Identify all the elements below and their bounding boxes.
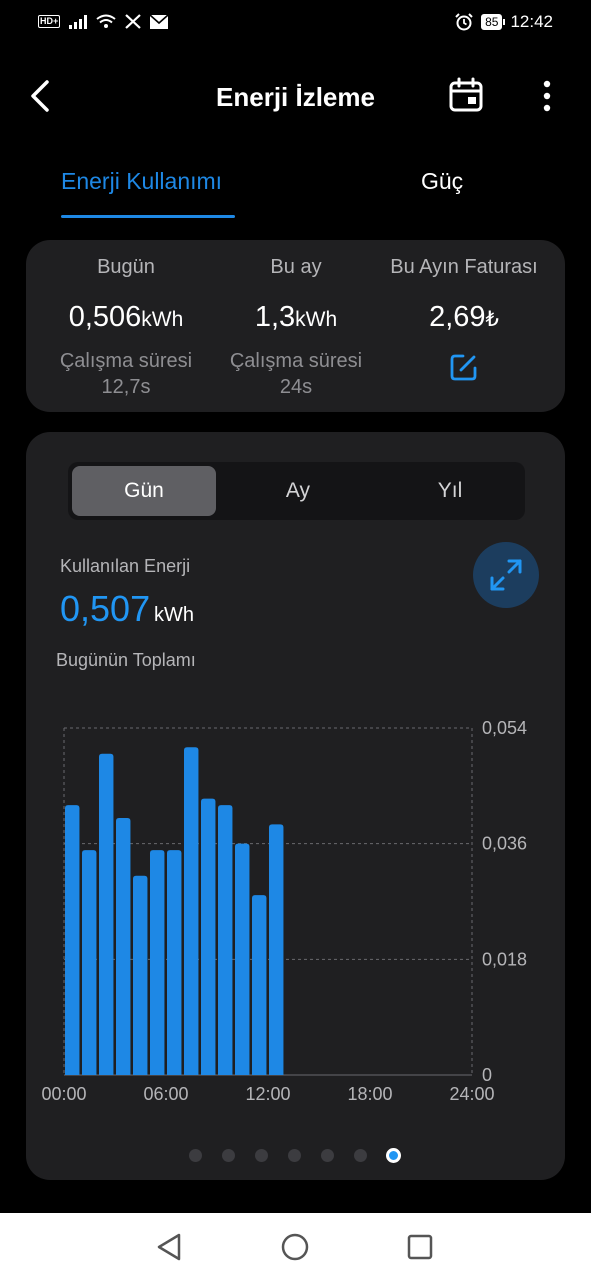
y-tick-label: 0 [482,1065,492,1085]
energy-bar[interactable] [218,805,233,1075]
energy-bar[interactable] [82,850,97,1075]
wifi-icon [96,14,116,28]
energy-chart-card: Gün Ay Yıl Kullanılan Enerji 0,507 kWh B… [26,432,565,1180]
month-runtime-label: Çalışma süresi [229,350,363,372]
tab-energy-usage[interactable]: Enerji Kullanımı [61,168,222,195]
bill-label: Bu Ayın Faturası [390,256,538,278]
x-tick-label: 24:00 [449,1084,494,1104]
energy-bar[interactable] [150,850,165,1075]
hd-icon: HD+ [38,15,61,28]
clock: 12:42 [510,12,553,31]
today-label: Bugün [97,256,155,278]
x-tick-label: 00:00 [41,1084,86,1104]
status-icons-right: 85 12:42 [455,12,553,32]
y-tick-label: 0,036 [482,834,527,854]
page-dot[interactable] [321,1149,334,1162]
month-value: 1,3kWh [254,301,338,333]
calendar-icon[interactable] [446,76,486,116]
page-dot[interactable] [354,1149,367,1162]
month-runtime: Çalışma süresi 24s [206,348,386,400]
energy-bar[interactable] [99,753,114,1075]
y-tick-label: 0,018 [482,949,527,969]
today-value: 0,506kWh [68,301,184,333]
page-dot[interactable] [288,1149,301,1162]
page-title: Enerji İzleme [216,82,375,112]
energy-bar[interactable] [269,824,284,1075]
today-runtime: Çalışma süresi 12,7s [36,348,216,400]
energy-bar[interactable] [167,850,182,1075]
x-tick-label: 18:00 [347,1084,392,1104]
energy-bar[interactable] [65,805,80,1075]
bill-summary: Bu Ayın Faturası 2,69₺ [374,240,554,387]
status-bar: HD+ 85 12:42 [0,0,591,50]
status-icons-left: HD+ [38,14,169,29]
tab-power[interactable]: Güç [421,168,463,195]
x-tick-label: 06:00 [143,1084,188,1104]
today-runtime-value: 12,7s [101,376,151,398]
month-summary: Bu ay 1,3kWh Çalışma süresi 24s [206,240,386,400]
edit-icon[interactable] [449,352,479,382]
page-dot-active[interactable] [386,1148,401,1163]
signal-icon [69,14,88,29]
x-tick-label: 12:00 [245,1084,290,1104]
energy-bar[interactable] [116,817,131,1075]
energy-bar[interactable] [184,747,199,1075]
system-nav-bar [0,1213,591,1280]
nav-recents-icon[interactable] [400,1227,440,1267]
more-options-icon[interactable] [532,76,562,116]
nav-back-icon[interactable] [150,1227,190,1267]
bill-value: 2,69₺ [429,301,499,333]
page-dot[interactable] [189,1149,202,1162]
energy-bar[interactable] [201,798,216,1075]
nav-home-icon[interactable] [275,1227,315,1267]
energy-bar[interactable] [235,843,250,1075]
page-dot[interactable] [222,1149,235,1162]
month-runtime-value: 24s [279,376,313,398]
energy-bar-chart: 0 0,018 0,036 0,054 00:00 06:00 12:00 18:00 24:0… [41,718,527,1104]
page-indicator [26,1147,565,1167]
page-dot[interactable] [255,1149,268,1162]
y-tick-label: 0,054 [482,718,527,738]
energy-bar[interactable] [133,875,148,1075]
active-tab-indicator [61,215,235,218]
month-label: Bu ay [270,256,322,278]
alarm-icon [455,13,473,31]
today-summary: Bugün 0,506kWh Çalışma süresi 12,7s [36,240,216,400]
battery-icon: 85 [481,14,506,30]
summary-card: Bugün 0,506kWh Çalışma süresi 12,7s Bu a… [26,240,565,412]
x-app-icon [125,14,142,29]
energy-bar[interactable] [252,895,267,1075]
mail-icon [150,14,169,29]
today-runtime-label: Çalışma süresi [59,350,193,372]
app-header: Enerji İzleme [0,62,591,130]
